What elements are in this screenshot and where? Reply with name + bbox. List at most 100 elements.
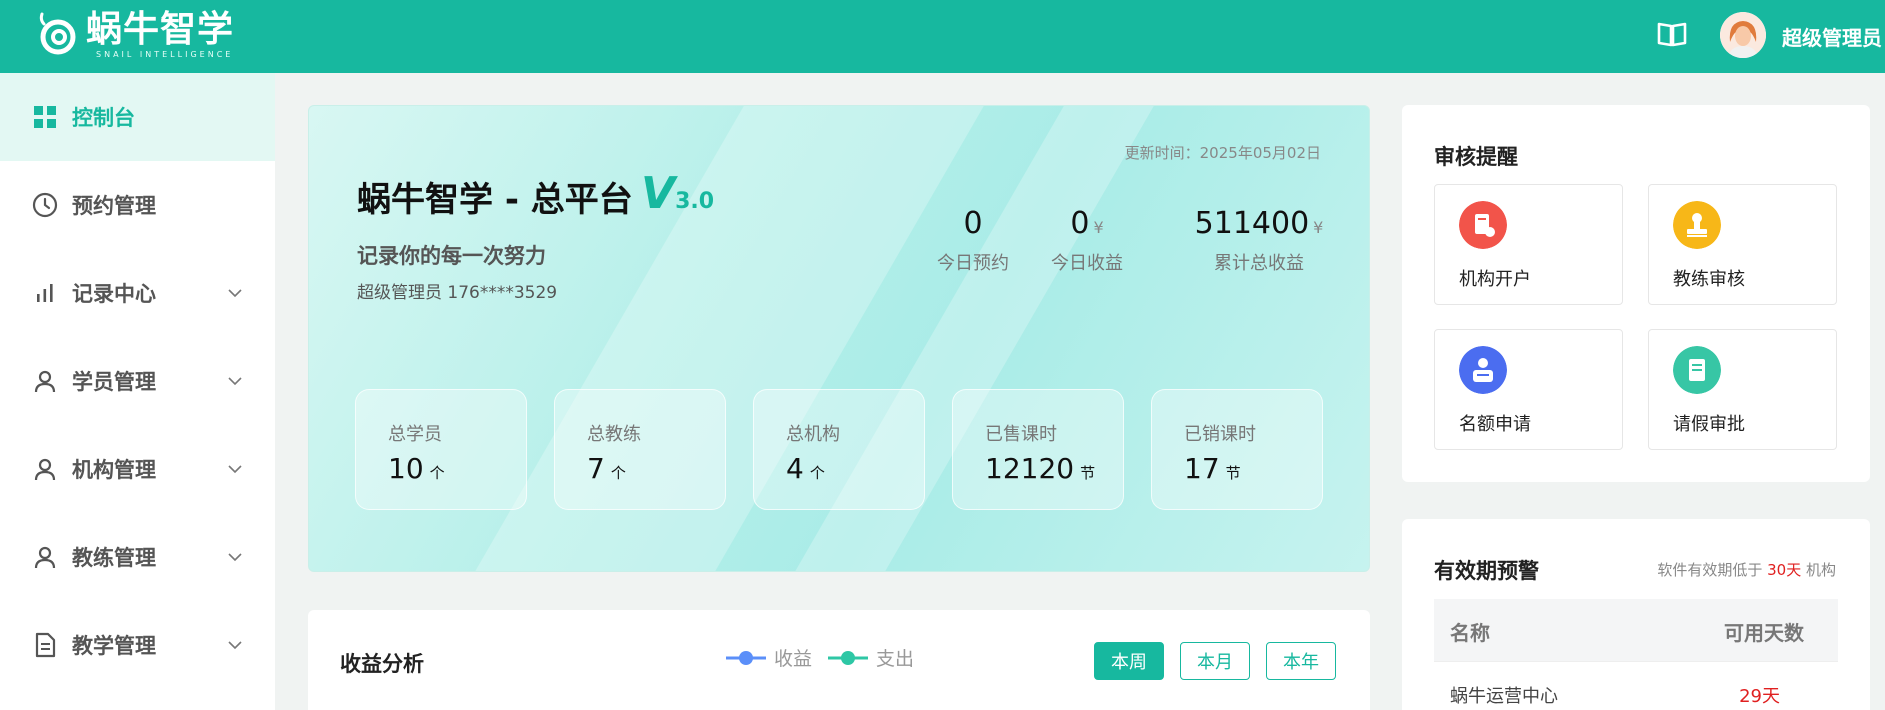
version-letter: V: [641, 168, 676, 219]
sidebar-item-label: 教学管理: [72, 634, 156, 658]
legend-label: 收益: [774, 648, 813, 670]
sidebar-item-dashboard[interactable]: 控制台: [0, 73, 275, 161]
slogan: 记录你的每一次努力: [357, 244, 546, 268]
user-icon: [34, 458, 56, 481]
kpi-label: 今日收益: [1051, 253, 1123, 274]
range-year-button[interactable]: 本年: [1266, 642, 1336, 680]
legend-line-icon: [828, 650, 868, 665]
kpi-value: 0: [963, 206, 983, 241]
range-week-button[interactable]: 本周: [1094, 642, 1164, 680]
sidebar-item-label: 记录中心: [72, 282, 156, 306]
kpi-today-revenue: 0 ¥ 今日收益: [1037, 206, 1137, 275]
sidebar-item-label: 教练管理: [72, 546, 156, 570]
logo-text: 蜗牛智学: [86, 9, 235, 50]
revenue-title: 收益分析: [340, 652, 424, 676]
chevron-down-icon: [228, 465, 242, 474]
review-card-label: 请假审批: [1673, 414, 1745, 435]
review-card-label: 机构开户: [1459, 269, 1531, 290]
user-info: 超级管理员 176****3529: [357, 283, 558, 303]
sidebar-item-label: 学员管理: [72, 370, 156, 394]
avatar-image: [1720, 12, 1766, 58]
column-header-days: 可用天数: [1724, 621, 1804, 645]
version-badge: V3.0: [641, 168, 714, 219]
stamp-icon: [1673, 201, 1721, 249]
chevron-down-icon: [228, 641, 242, 650]
sidebar-item-students[interactable]: 学员管理: [0, 337, 275, 425]
kpi-value: 0 ¥: [1070, 206, 1104, 241]
document-icon: [35, 632, 56, 658]
stat-sold-hours[interactable]: 已售课时 12120 节: [952, 389, 1124, 510]
range-month-button[interactable]: 本月: [1180, 642, 1250, 680]
account-icon: [1459, 201, 1507, 249]
expiry-title: 有效期预警: [1434, 559, 1539, 583]
stat-value: 12120 节: [985, 452, 1096, 485]
version-number: 3.0: [675, 189, 715, 214]
sidebar-item-records[interactable]: 记录中心: [0, 249, 275, 337]
expiry-note: 软件有效期低于 30天 机构: [1657, 561, 1836, 579]
review-card-quota-application[interactable]: 名额申请: [1434, 329, 1623, 450]
stat-value: 7个: [587, 452, 626, 485]
platform-overview-card: 更新时间：2025年05月02日 蜗牛智学 - 总平台 V3.0 记录你的每一次…: [308, 105, 1370, 572]
stat-value: 4个: [786, 452, 825, 485]
legend-line-icon: [726, 650, 766, 665]
review-title: 审核提醒: [1434, 145, 1518, 169]
stat-total-students[interactable]: 总学员 10 个: [355, 389, 527, 510]
kpi-label: 累计总收益: [1214, 253, 1304, 274]
kpi-label: 今日预约: [937, 253, 1009, 274]
user-name[interactable]: 超级管理员: [1782, 22, 1882, 51]
stat-total-institutions[interactable]: 总机构 4个: [753, 389, 925, 510]
stat-label: 已售课时: [985, 424, 1057, 445]
book-icon[interactable]: [1656, 18, 1688, 50]
revenue-analysis-panel: 收益分析 收益 支出 本周 本月 本年: [308, 610, 1370, 710]
stat-label: 总教练: [587, 424, 641, 445]
sidebar-item-label: 预约管理: [72, 194, 156, 218]
review-card-leave-approval[interactable]: 请假审批: [1648, 329, 1837, 450]
user-icon: [34, 546, 56, 569]
sidebar-item-teaching[interactable]: 教学管理: [0, 601, 275, 689]
note-icon: [1673, 346, 1721, 394]
days-remaining: 29天: [1739, 686, 1780, 707]
legend-expense[interactable]: 支出: [828, 644, 914, 671]
logo[interactable]: 蜗牛智学 SNAIL INTELLIGENCE: [34, 10, 234, 60]
user-icon: [34, 370, 56, 393]
kpi-today-appointments: 0 今日预约: [927, 206, 1019, 275]
person-card-icon: [1459, 346, 1507, 394]
column-header-name: 名称: [1450, 621, 1490, 645]
bar-chart-icon: [37, 284, 53, 302]
chevron-down-icon: [228, 553, 242, 562]
institution-name: 蜗牛运营中心: [1450, 686, 1558, 707]
sidebar-item-label: 机构管理: [72, 458, 156, 482]
stat-value: 10 个: [388, 452, 445, 485]
stat-used-hours[interactable]: 已销课时 17 节: [1151, 389, 1323, 510]
legend-income[interactable]: 收益: [726, 644, 812, 671]
sidebar-item-appointments[interactable]: 预约管理: [0, 161, 275, 249]
logo-subtext: SNAIL INTELLIGENCE: [96, 50, 234, 59]
chevron-down-icon: [228, 289, 242, 298]
legend-label: 支出: [876, 648, 915, 670]
stat-label: 总机构: [786, 424, 840, 445]
top-header: 蜗牛智学 SNAIL INTELLIGENCE 超级管理员: [0, 0, 1885, 73]
table-row[interactable]: 蜗牛运营中心 29天: [1434, 661, 1838, 710]
chevron-down-icon: [228, 377, 242, 386]
review-card-label: 教练审核: [1673, 269, 1745, 290]
platform-title: 蜗牛智学 - 总平台: [357, 180, 633, 220]
review-card-coach-review[interactable]: 教练审核: [1648, 184, 1837, 305]
review-card-institution-account[interactable]: 机构开户: [1434, 184, 1623, 305]
stat-total-coaches[interactable]: 总教练 7个: [554, 389, 726, 510]
update-time: 更新时间：2025年05月02日: [1124, 144, 1321, 162]
expiry-table-header: 名称 可用天数: [1434, 599, 1838, 661]
grid-icon: [34, 106, 56, 128]
expiry-warning-panel: 有效期预警 软件有效期低于 30天 机构 名称 可用天数 蜗牛运营中心 29天: [1402, 519, 1870, 710]
sidebar-item-institutions[interactable]: 机构管理: [0, 425, 275, 513]
stat-value: 17 节: [1184, 452, 1241, 485]
kpi-value: 511400 ¥: [1194, 206, 1324, 241]
clock-icon: [32, 192, 58, 218]
sidebar-item-coaches[interactable]: 教练管理: [0, 513, 275, 601]
snail-logo-icon: [39, 12, 76, 55]
stat-label: 总学员: [388, 424, 442, 445]
review-card-label: 名额申请: [1459, 414, 1531, 435]
sidebar-item-label: 控制台: [72, 106, 135, 130]
avatar[interactable]: [1720, 12, 1766, 58]
review-reminder-panel: 审核提醒 机构开户 教练审核 名额申请 请假审批: [1402, 105, 1870, 482]
stat-label: 已销课时: [1184, 424, 1256, 445]
